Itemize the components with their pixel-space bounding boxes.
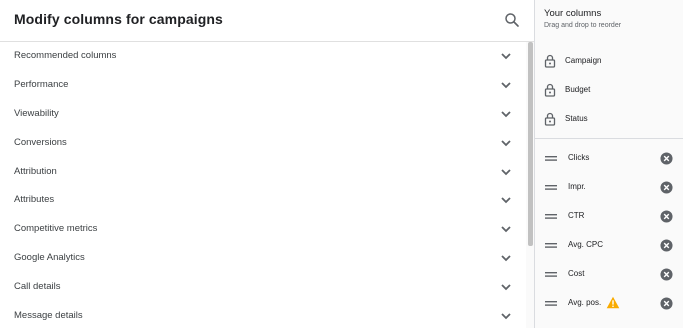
drag-handle-icon[interactable] bbox=[545, 243, 557, 248]
drag-handle-icon[interactable] bbox=[545, 156, 557, 161]
locked-column-label: Budget bbox=[565, 85, 591, 94]
remove-icon[interactable] bbox=[660, 210, 673, 223]
drag-handle-icon[interactable] bbox=[545, 185, 557, 190]
column-label: Avg. pos. bbox=[568, 298, 602, 307]
category-label: Call details bbox=[14, 281, 61, 293]
chevron-down-icon[interactable] bbox=[500, 51, 512, 61]
locked-column-item: Status bbox=[535, 105, 683, 133]
chevron-down-icon[interactable] bbox=[500, 311, 512, 321]
column-label: Clicks bbox=[568, 153, 590, 162]
movable-column-item[interactable]: Avg. pos. bbox=[535, 289, 683, 317]
remove-icon[interactable] bbox=[660, 181, 673, 194]
remove-icon[interactable] bbox=[660, 268, 673, 281]
column-label: Impr. bbox=[568, 182, 586, 191]
category-attribution[interactable]: Attribution bbox=[0, 158, 526, 187]
chevron-down-icon[interactable] bbox=[500, 80, 512, 90]
category-label: Performance bbox=[14, 78, 69, 90]
category-label: Conversions bbox=[14, 136, 67, 148]
category-label: Competitive metrics bbox=[14, 223, 98, 235]
drag-handle-icon[interactable] bbox=[545, 301, 557, 306]
chevron-down-icon[interactable] bbox=[500, 109, 512, 119]
remove-icon[interactable] bbox=[660, 297, 673, 310]
category-message-details[interactable]: Message details bbox=[0, 302, 526, 328]
scrollbar-thumb[interactable] bbox=[528, 42, 533, 246]
column-categories-panel: Modify columns for campaigns Recommended… bbox=[0, 0, 534, 328]
category-label: Message details bbox=[14, 310, 83, 322]
category-competitive-metrics[interactable]: Competitive metrics bbox=[0, 215, 526, 244]
page-title: Modify columns for campaigns bbox=[14, 11, 223, 27]
lock-icon bbox=[544, 83, 556, 97]
search-icon[interactable] bbox=[503, 11, 521, 29]
warning-icon[interactable] bbox=[606, 296, 620, 309]
lock-icon bbox=[544, 112, 556, 126]
remove-icon[interactable] bbox=[660, 239, 673, 252]
drag-handle-icon[interactable] bbox=[545, 272, 557, 277]
drag-handle-icon[interactable] bbox=[545, 214, 557, 219]
chevron-down-icon[interactable] bbox=[500, 138, 512, 148]
category-label: Recommended columns bbox=[14, 50, 117, 61]
locked-column-item: Budget bbox=[535, 76, 683, 104]
category-label: Google Analytics bbox=[14, 252, 85, 264]
movable-column-item[interactable]: Avg. CPC bbox=[535, 231, 683, 259]
movable-column-item[interactable]: Cost bbox=[535, 260, 683, 288]
movable-column-item[interactable]: Impr. bbox=[535, 173, 683, 201]
category-attributes[interactable]: Attributes bbox=[0, 186, 526, 215]
chevron-down-icon[interactable] bbox=[500, 253, 512, 263]
category-conversions[interactable]: Conversions bbox=[0, 129, 526, 158]
category-google-analytics[interactable]: Google Analytics bbox=[0, 244, 526, 273]
category-label: Attributes bbox=[14, 194, 55, 206]
locked-column-label: Campaign bbox=[565, 56, 602, 65]
locked-column-label: Status bbox=[565, 114, 588, 123]
category-call-details[interactable]: Call details bbox=[0, 273, 526, 302]
column-label: Avg. CPC bbox=[568, 240, 603, 249]
category-label: Attribution bbox=[14, 165, 57, 177]
chevron-down-icon[interactable] bbox=[500, 282, 512, 292]
lock-icon bbox=[544, 54, 556, 68]
your-columns-panel: Your columns Drag and drop to reorder Ca… bbox=[534, 0, 683, 328]
your-columns-title: Your columns bbox=[544, 8, 602, 19]
chevron-down-icon[interactable] bbox=[500, 195, 512, 205]
category-performance[interactable]: Performance bbox=[0, 71, 526, 100]
category-list: Recommended columns Performance Viewabil… bbox=[0, 42, 526, 328]
movable-column-item[interactable]: Clicks bbox=[535, 144, 683, 172]
remove-icon[interactable] bbox=[660, 152, 673, 165]
column-label: CTR bbox=[568, 211, 585, 220]
category-label: Viewability bbox=[14, 107, 59, 119]
divider bbox=[535, 138, 683, 139]
category-viewability[interactable]: Viewability bbox=[0, 100, 526, 129]
your-columns-subtitle: Drag and drop to reorder bbox=[544, 22, 622, 29]
movable-column-item[interactable]: CTR bbox=[535, 202, 683, 230]
locked-column-item: Campaign bbox=[535, 47, 683, 75]
panel-header: Modify columns for campaigns bbox=[0, 0, 534, 42]
chevron-down-icon[interactable] bbox=[500, 224, 512, 234]
column-label: Cost bbox=[568, 269, 585, 278]
category-recommended-columns[interactable]: Recommended columns bbox=[0, 42, 526, 71]
chevron-down-icon[interactable] bbox=[500, 167, 512, 177]
